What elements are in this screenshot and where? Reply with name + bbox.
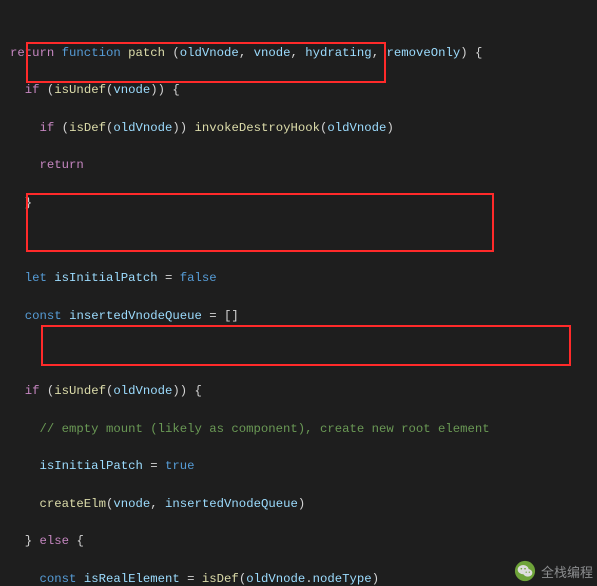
code-line: if (isUndef(oldVnode)) { [10, 382, 587, 401]
code-line: if (isUndef(vnode)) { [10, 81, 587, 100]
wechat-watermark: 全栈编程 [514, 560, 593, 582]
code-line: isInitialPatch = true [10, 457, 587, 476]
code-line [10, 232, 587, 251]
code-line: return function patch (oldVnode, vnode, … [10, 44, 587, 63]
code-line: if (isDef(oldVnode)) invokeDestroyHook(o… [10, 119, 587, 138]
code-line: // empty mount (likely as component), cr… [10, 420, 587, 439]
code-line: } else { [10, 532, 587, 551]
code-line [10, 344, 587, 363]
code-line: createElm(vnode, insertedVnodeQueue) [10, 495, 587, 514]
code-line: const insertedVnodeQueue = [] [10, 307, 587, 326]
code-line: return [10, 156, 587, 175]
wechat-label: 全栈编程 [541, 562, 593, 581]
code-line: } [10, 194, 587, 213]
code-editor: return function patch (oldVnode, vnode, … [0, 0, 597, 586]
code-line: let isInitialPatch = false [10, 269, 587, 288]
wechat-icon [514, 560, 536, 582]
code-line: const isRealElement = isDef(oldVnode.nod… [10, 570, 587, 586]
